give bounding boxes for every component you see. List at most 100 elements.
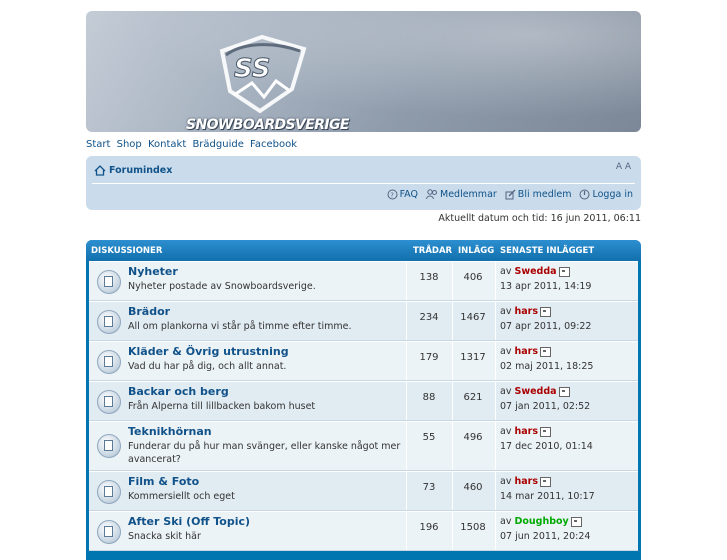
svg-text:?: ? (390, 192, 394, 200)
top-navigation: Start Shop Kontakt Brädguide Facebook (86, 139, 300, 150)
forum-description: Nyheter postade av Snowboardsverige. (128, 281, 316, 292)
last-post-user[interactable]: Doughboy (514, 516, 568, 527)
forum-description: Från Alperna till lillbacken bakom huset (128, 401, 316, 412)
view-latest-post-icon[interactable] (558, 386, 570, 397)
forum-row: Backar och berg Från Alperna till lillba… (89, 381, 638, 421)
forum-read-icon (97, 270, 121, 294)
last-post-author: av hars (500, 476, 551, 487)
nav-link-shop[interactable]: Shop (117, 139, 142, 150)
last-post-user[interactable]: Swedda (514, 386, 556, 397)
thread-count: 55 (422, 432, 436, 443)
forum-row: Kläder & Övrig utrustning Vad du har på … (89, 341, 638, 381)
post-count: 1317 (460, 352, 486, 363)
register-link[interactable]: Bli medlem (505, 189, 572, 200)
thread-count: 196 (419, 522, 439, 533)
site-banner[interactable]: SS SNOWBOARDSVERIGE (86, 11, 641, 132)
nav-link-bradguide[interactable]: Brädguide (192, 139, 243, 150)
forum-row: Nyheter Nyheter postade av Snowboardsver… (89, 261, 638, 301)
view-latest-post-icon[interactable] (570, 516, 582, 527)
last-post-by: av (500, 266, 512, 277)
column-divider (406, 262, 407, 300)
forum-title[interactable]: After Ski (Off Topic) (128, 515, 250, 528)
navbar-links: ? FAQ Medlemmar Bli medlem Logga in (387, 189, 633, 200)
nav-link-kontakt[interactable]: Kontakt (148, 139, 186, 150)
column-divider (495, 302, 496, 340)
forum-index-label: Forumindex (109, 165, 173, 176)
faq-link[interactable]: ? FAQ (387, 189, 418, 200)
view-latest-post-icon[interactable] (540, 306, 551, 317)
post-count: 406 (463, 272, 483, 283)
members-icon (426, 189, 437, 200)
forum-read-icon (97, 390, 121, 414)
last-post-user[interactable]: hars (514, 346, 538, 357)
last-post-user[interactable]: hars (514, 306, 538, 317)
forum-title[interactable]: Nyheter (128, 265, 178, 278)
last-post-author: av Swedda (500, 266, 570, 277)
last-post-author: av Doughboy (500, 516, 582, 527)
forum-description: Funderar du på hur man svänger, eller ka… (128, 441, 401, 465)
column-divider (495, 262, 496, 300)
forum-index-link[interactable]: Forumindex (94, 165, 172, 176)
logo-text: SNOWBOARDSVERIGE (186, 117, 349, 132)
forum-title[interactable]: Film & Foto (128, 475, 199, 488)
column-divider (495, 342, 496, 380)
forum-description: Vad du har på dig, och allt annat. (128, 361, 287, 372)
forum-description: All om plankorna vi står på timme efter … (128, 321, 352, 332)
last-post-date: 17 dec 2010, 01:14 (500, 441, 593, 452)
last-post-by: av (500, 426, 512, 437)
forum-description: Snacka skit här (128, 531, 201, 542)
thread-count: 73 (422, 482, 436, 493)
header-posts: INLÄGG (458, 246, 495, 256)
login-link[interactable]: Logga in (579, 189, 633, 200)
column-divider (495, 472, 496, 510)
forum-title[interactable]: Brädor (128, 305, 170, 318)
view-latest-post-icon[interactable] (540, 426, 551, 437)
forum-description: Kommersiellt och eget (128, 491, 235, 502)
last-post-user[interactable]: hars (514, 476, 538, 487)
column-divider (452, 422, 453, 470)
last-post-user[interactable]: hars (514, 426, 538, 437)
font-resize-toggle[interactable]: A A (616, 162, 631, 172)
forum-row: Teknikhörnan Funderar du på hur man svän… (89, 421, 638, 471)
last-post-user[interactable]: Swedda (514, 266, 556, 277)
forum-rows: Nyheter Nyheter postade av Snowboardsver… (89, 261, 638, 551)
last-post-date: 14 mar 2011, 10:17 (500, 491, 595, 502)
column-divider (406, 342, 407, 380)
forum-title[interactable]: Kläder & Övrig utrustning (128, 345, 289, 358)
forum-row: Film & Foto Kommersiellt och eget 73 460… (89, 471, 638, 511)
forum-row: Brädor All om plankorna vi står på timme… (89, 301, 638, 341)
view-latest-post-icon[interactable] (558, 266, 570, 277)
members-link[interactable]: Medlemmar (426, 189, 497, 200)
view-latest-post-icon[interactable] (540, 346, 551, 357)
forum-title[interactable]: Backar och berg (128, 385, 229, 398)
post-count: 621 (463, 392, 483, 403)
header-threads: TRÅDAR (413, 246, 453, 256)
post-count: 496 (463, 432, 483, 443)
last-post-date: 07 jan 2011, 02:52 (500, 401, 591, 412)
forum-list: DISKUSSIONER TRÅDAR INLÄGG SENASTE INLÄG… (86, 240, 641, 560)
faq-icon: ? (387, 189, 398, 200)
last-post-author: av hars (500, 426, 551, 437)
column-divider (495, 422, 496, 470)
faq-label: FAQ (399, 189, 418, 200)
header-discussions: DISKUSSIONER (91, 246, 163, 256)
last-post-author: av hars (500, 306, 551, 317)
thread-count: 138 (419, 272, 439, 283)
column-divider (406, 512, 407, 550)
navbar-divider (92, 183, 635, 184)
last-post-by: av (500, 516, 512, 527)
nav-link-start[interactable]: Start (86, 139, 110, 150)
forum-title[interactable]: Teknikhörnan (128, 425, 212, 438)
last-post-by: av (500, 346, 512, 357)
forum-row: After Ski (Off Topic) Snacka skit här 19… (89, 511, 638, 551)
last-post-by: av (500, 476, 512, 487)
column-divider (495, 382, 496, 420)
last-post-date: 02 maj 2011, 18:25 (500, 361, 594, 372)
register-label: Bli medlem (517, 189, 572, 200)
post-count: 1508 (460, 522, 486, 533)
forum-read-icon (97, 520, 121, 544)
thread-count: 179 (419, 352, 439, 363)
nav-link-facebook[interactable]: Facebook (250, 139, 297, 150)
current-datetime: Aktuellt datum och tid: 16 jun 2011, 06:… (438, 213, 641, 224)
view-latest-post-icon[interactable] (540, 476, 551, 487)
